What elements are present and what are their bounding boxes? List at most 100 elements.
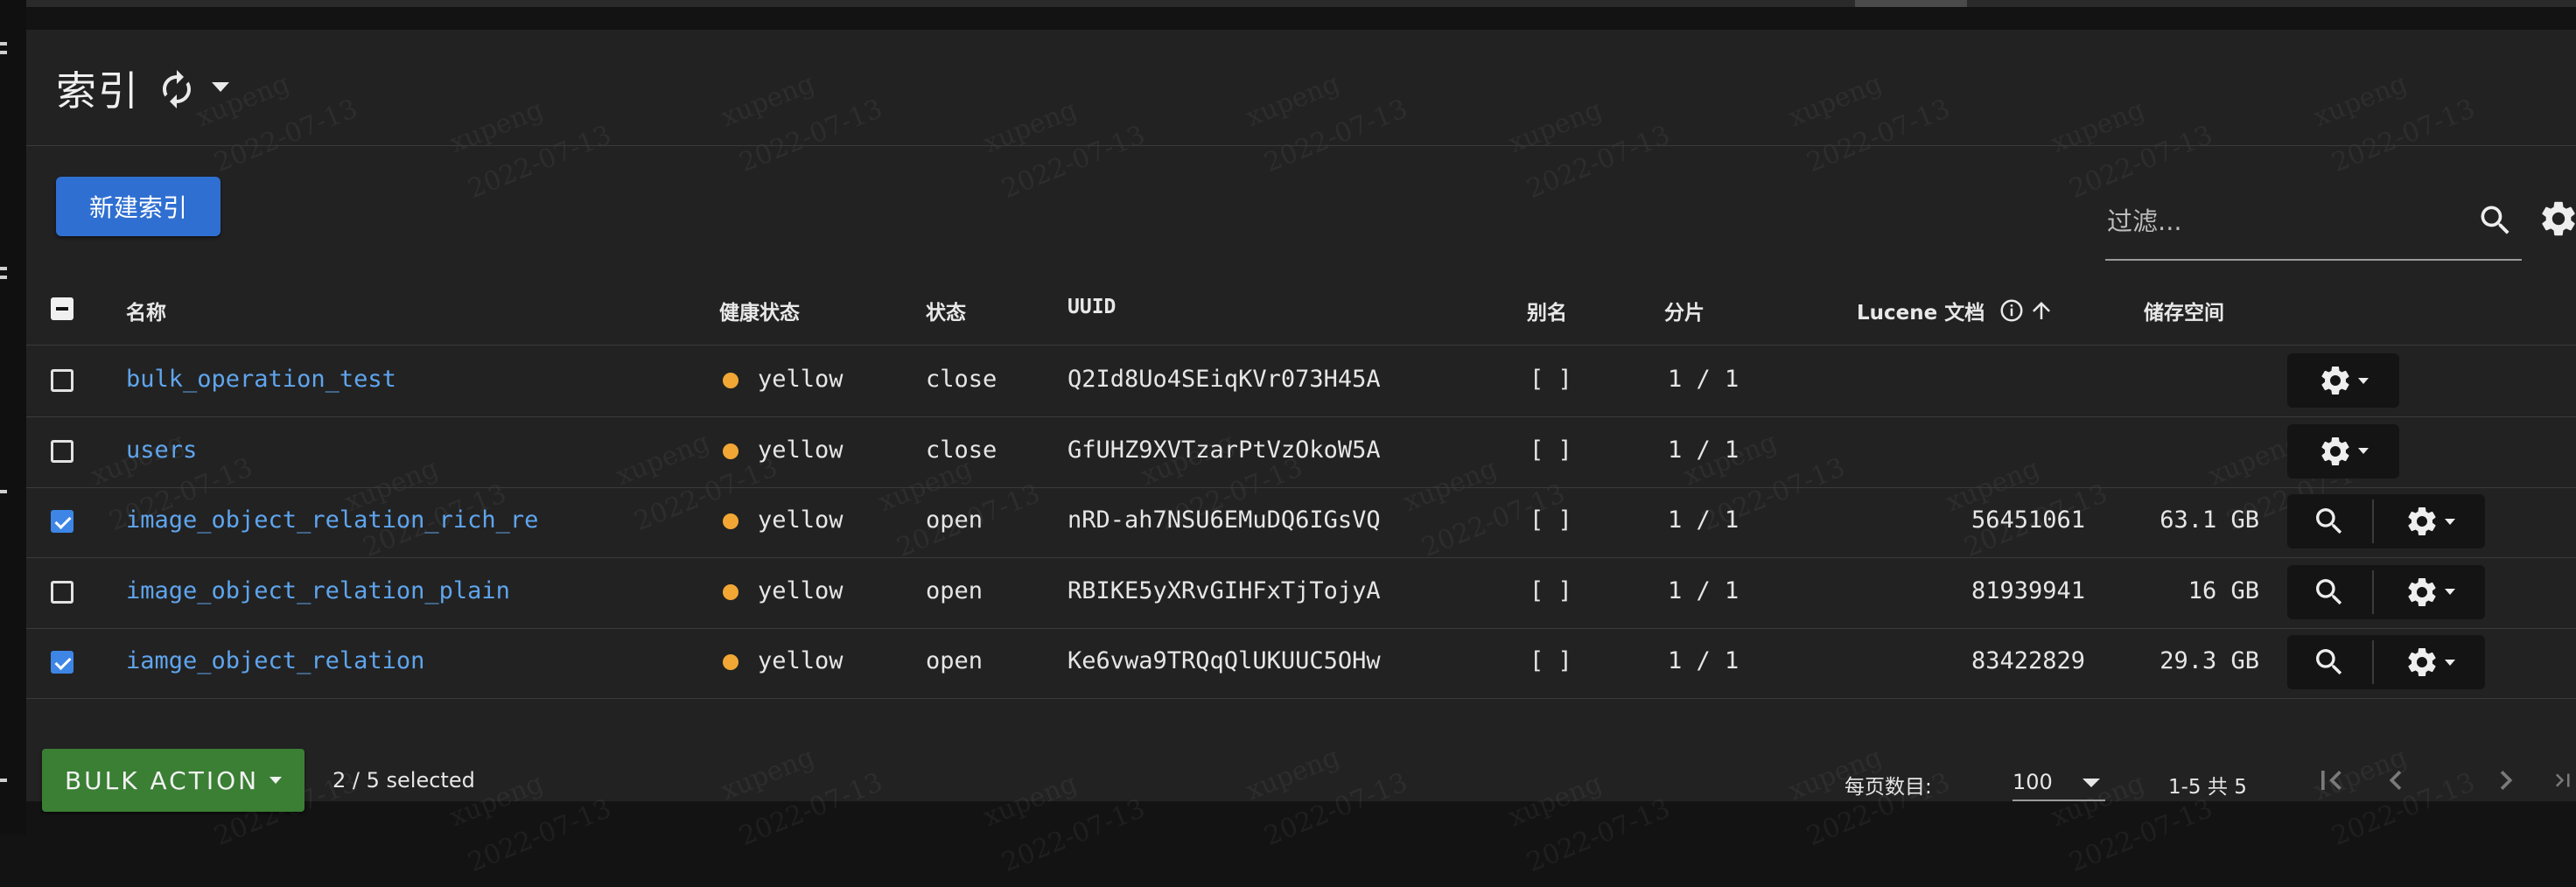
index-alias: [ ] <box>1530 366 1572 393</box>
index-storage-size: 63.1 GB <box>2160 506 2259 534</box>
chevron-left-icon[interactable] <box>2376 761 2415 800</box>
health-status-text: yellow <box>758 647 844 674</box>
select-all-checkbox[interactable] <box>51 297 74 320</box>
col-header-docs[interactable]: Lucene 文档 <box>1857 296 1984 325</box>
bulk-action-button[interactable]: BULK ACTION <box>42 749 304 812</box>
index-alias: [ ] <box>1530 647 1572 674</box>
caret-down-icon <box>2358 377 2369 384</box>
sort-arrow-up-icon[interactable] <box>2028 297 2054 324</box>
info-icon[interactable] <box>1998 297 2025 324</box>
edge-mark <box>0 267 7 270</box>
index-uuid: Q2Id8Uo4SEiqKVr073H45A <box>1068 366 1381 393</box>
indices-panel: xupeng 2022-07-13 xupeng 2022-07-13 xupeng 20… <box>26 30 2576 878</box>
chevron-right-icon[interactable] <box>2487 761 2525 800</box>
index-shards: 1 / 1 <box>1668 576 1740 604</box>
health-status-dot <box>723 583 738 600</box>
gear-icon <box>2407 506 2436 535</box>
filter-input[interactable] <box>2105 203 2459 240</box>
search-icon[interactable] <box>2476 201 2515 240</box>
row-checkbox[interactable] <box>51 510 74 533</box>
row-search-button[interactable] <box>2287 565 2371 619</box>
rows-per-page-label: 每页数目: <box>1844 776 1932 799</box>
col-header-storage[interactable]: 储存空间 <box>2144 296 2224 325</box>
refresh-icon[interactable] <box>156 68 198 110</box>
index-shards: 1 / 1 <box>1668 366 1740 393</box>
top-scrollbar-thumb[interactable] <box>1855 0 1967 7</box>
pagination-range: 1-5 共 5 <box>2168 776 2247 799</box>
index-name-link[interactable]: users <box>126 437 197 464</box>
col-header-status[interactable]: 状态 <box>926 296 966 325</box>
index-status: open <box>926 647 984 674</box>
index-docs-count: 83422829 <box>1970 647 2085 674</box>
row-search-button[interactable] <box>2287 494 2371 548</box>
index-status: open <box>926 576 984 604</box>
left-edge-strip <box>0 0 26 835</box>
gear-icon <box>2321 437 2349 465</box>
index-alias: [ ] <box>1530 576 1572 604</box>
caret-down-icon <box>2444 518 2455 525</box>
caret-down-icon <box>270 777 283 784</box>
selected-count: 2 / 5 selected <box>332 768 475 793</box>
index-name-link[interactable]: bulk_operation_test <box>126 366 396 393</box>
row-checkbox[interactable] <box>51 369 74 392</box>
first-page-icon[interactable] <box>2312 761 2350 800</box>
gear-icon <box>2321 366 2349 395</box>
row-search-button[interactable] <box>2287 635 2371 689</box>
filter-field <box>2105 187 2522 261</box>
row-settings-button[interactable] <box>2374 494 2485 548</box>
health-status-dot <box>723 654 738 670</box>
index-alias: [ ] <box>1530 436 1572 464</box>
row-checkbox[interactable] <box>51 580 74 604</box>
index-storage-size: 16 GB <box>2188 576 2259 604</box>
index-name-link[interactable]: image_object_relation_rich_re <box>126 506 538 534</box>
edge-mark <box>0 42 7 45</box>
health-status-text: yellow <box>758 366 844 393</box>
row-actions <box>2287 423 2399 478</box>
row-settings-button[interactable] <box>2374 565 2485 619</box>
index-shards: 1 / 1 <box>1668 436 1740 464</box>
index-docs-count: 81939941 <box>1970 576 2085 604</box>
refresh-dropdown-caret-icon[interactable] <box>212 82 229 92</box>
table-row: iamge_object_relation yellow open Ke6vwa… <box>26 628 2576 699</box>
index-storage-size: 29.3 GB <box>2160 647 2259 674</box>
last-page-icon[interactable] <box>2550 761 2576 800</box>
bulk-action-label: BULK ACTION <box>64 765 260 795</box>
new-index-button[interactable]: 新建索引 <box>56 177 220 236</box>
health-status-dot <box>723 373 738 388</box>
search-icon <box>2316 649 2342 675</box>
index-shards: 1 / 1 <box>1668 506 1740 534</box>
index-name-link[interactable]: iamge_object_relation <box>126 647 424 674</box>
gear-icon <box>2407 577 2436 606</box>
col-header-name[interactable]: 名称 <box>126 296 166 325</box>
row-actions <box>2287 494 2485 548</box>
index-uuid: RBIKE5yXRvGIHFxTjTojyA <box>1068 576 1381 604</box>
index-status: open <box>926 506 984 534</box>
rows-per-page-select[interactable]: 100 <box>2012 761 2105 801</box>
col-header-uuid[interactable]: UUID <box>1068 296 1116 318</box>
col-header-shards[interactable]: 分片 <box>1664 296 1704 325</box>
index-uuid: GfUHZ9XVTzarPtVzOkoW5A <box>1068 436 1381 464</box>
health-status-dot <box>723 513 738 529</box>
row-settings-button[interactable] <box>2374 635 2485 689</box>
row-settings-button[interactable] <box>2287 424 2399 478</box>
index-name-link[interactable]: image_object_relation_plain <box>126 577 510 604</box>
table-row: users yellow close GfUHZ9XVTzarPtVzOkoW5… <box>26 417 2576 488</box>
index-alias: [ ] <box>1530 506 1572 534</box>
row-settings-button[interactable] <box>2287 353 2399 408</box>
index-status: close <box>926 436 998 464</box>
index-uuid: Ke6vwa9TRQqQlUKUUC5OHw <box>1068 647 1381 674</box>
gear-icon <box>2407 647 2436 676</box>
rows-per-page-value: 100 <box>2012 770 2053 794</box>
health-status-text: yellow <box>758 436 844 464</box>
edge-mark <box>0 490 7 493</box>
col-header-health[interactable]: 健康状态 <box>719 296 800 325</box>
caret-down-icon <box>2082 779 2100 787</box>
caret-down-icon <box>2444 659 2455 666</box>
table-settings-gear-icon[interactable] <box>2538 198 2576 240</box>
col-header-alias[interactable]: 别名 <box>1527 296 1567 325</box>
page-header: 索引 <box>26 30 2576 146</box>
row-checkbox[interactable] <box>51 439 74 463</box>
index-uuid: nRD-ah7NSU6EMuDQ6IGsVQ <box>1068 506 1381 534</box>
row-checkbox[interactable] <box>51 651 74 674</box>
edge-mark <box>0 779 7 782</box>
